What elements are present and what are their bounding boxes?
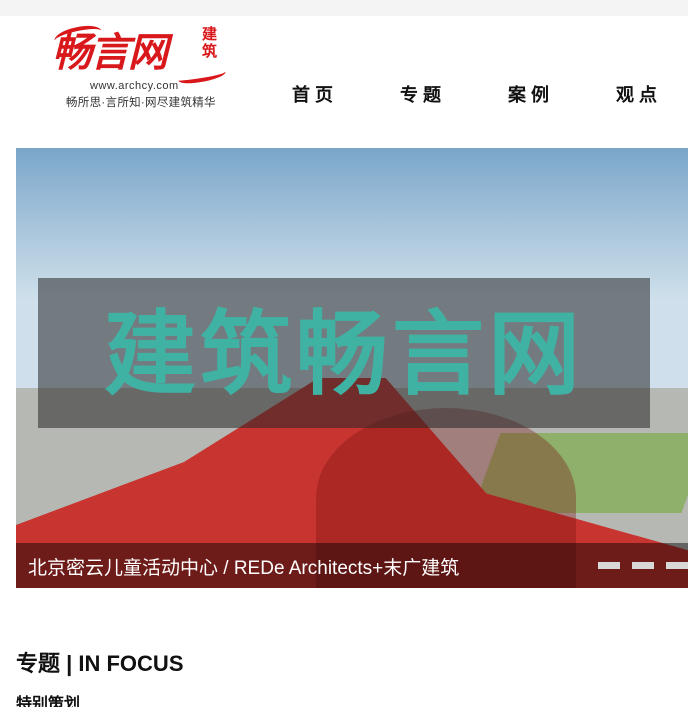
hero-image-sky (16, 148, 688, 298)
site-logo[interactable]: 畅言网 建筑 www.archcy.com 畅所思·言所知·网尽建筑精华 (52, 22, 230, 124)
nav-item-cases[interactable]: 案例 (508, 81, 554, 107)
browser-top-strip (0, 0, 688, 16)
section-title: 专题 | IN FOCUS (16, 651, 184, 676)
subsection-title[interactable]: 特别策划 (16, 690, 80, 707)
nav-item-topics[interactable]: 专题 (400, 81, 446, 107)
logo-side-text: 建筑 (202, 25, 218, 60)
logo-tagline: 畅所思·言所知·网尽建筑精华 (66, 97, 216, 109)
logo-url: www.archcy.com (90, 80, 179, 92)
slider-dot[interactable] (598, 562, 620, 569)
nav-item-home[interactable]: 首页 (292, 81, 338, 107)
hero-caption[interactable]: 北京密云儿童活动中心 / REDe Architects+末广建筑 (28, 553, 459, 580)
slider-indicators (598, 562, 688, 569)
logo-swoosh-decoration (177, 66, 227, 86)
nav-item-opinions[interactable]: 观点 (616, 81, 662, 107)
watermark-text: 建筑畅言网 (103, 300, 584, 408)
slider-dot[interactable] (632, 562, 654, 569)
slider-dot[interactable] (666, 562, 688, 569)
logo-wordmark: 畅言网 (52, 29, 168, 76)
